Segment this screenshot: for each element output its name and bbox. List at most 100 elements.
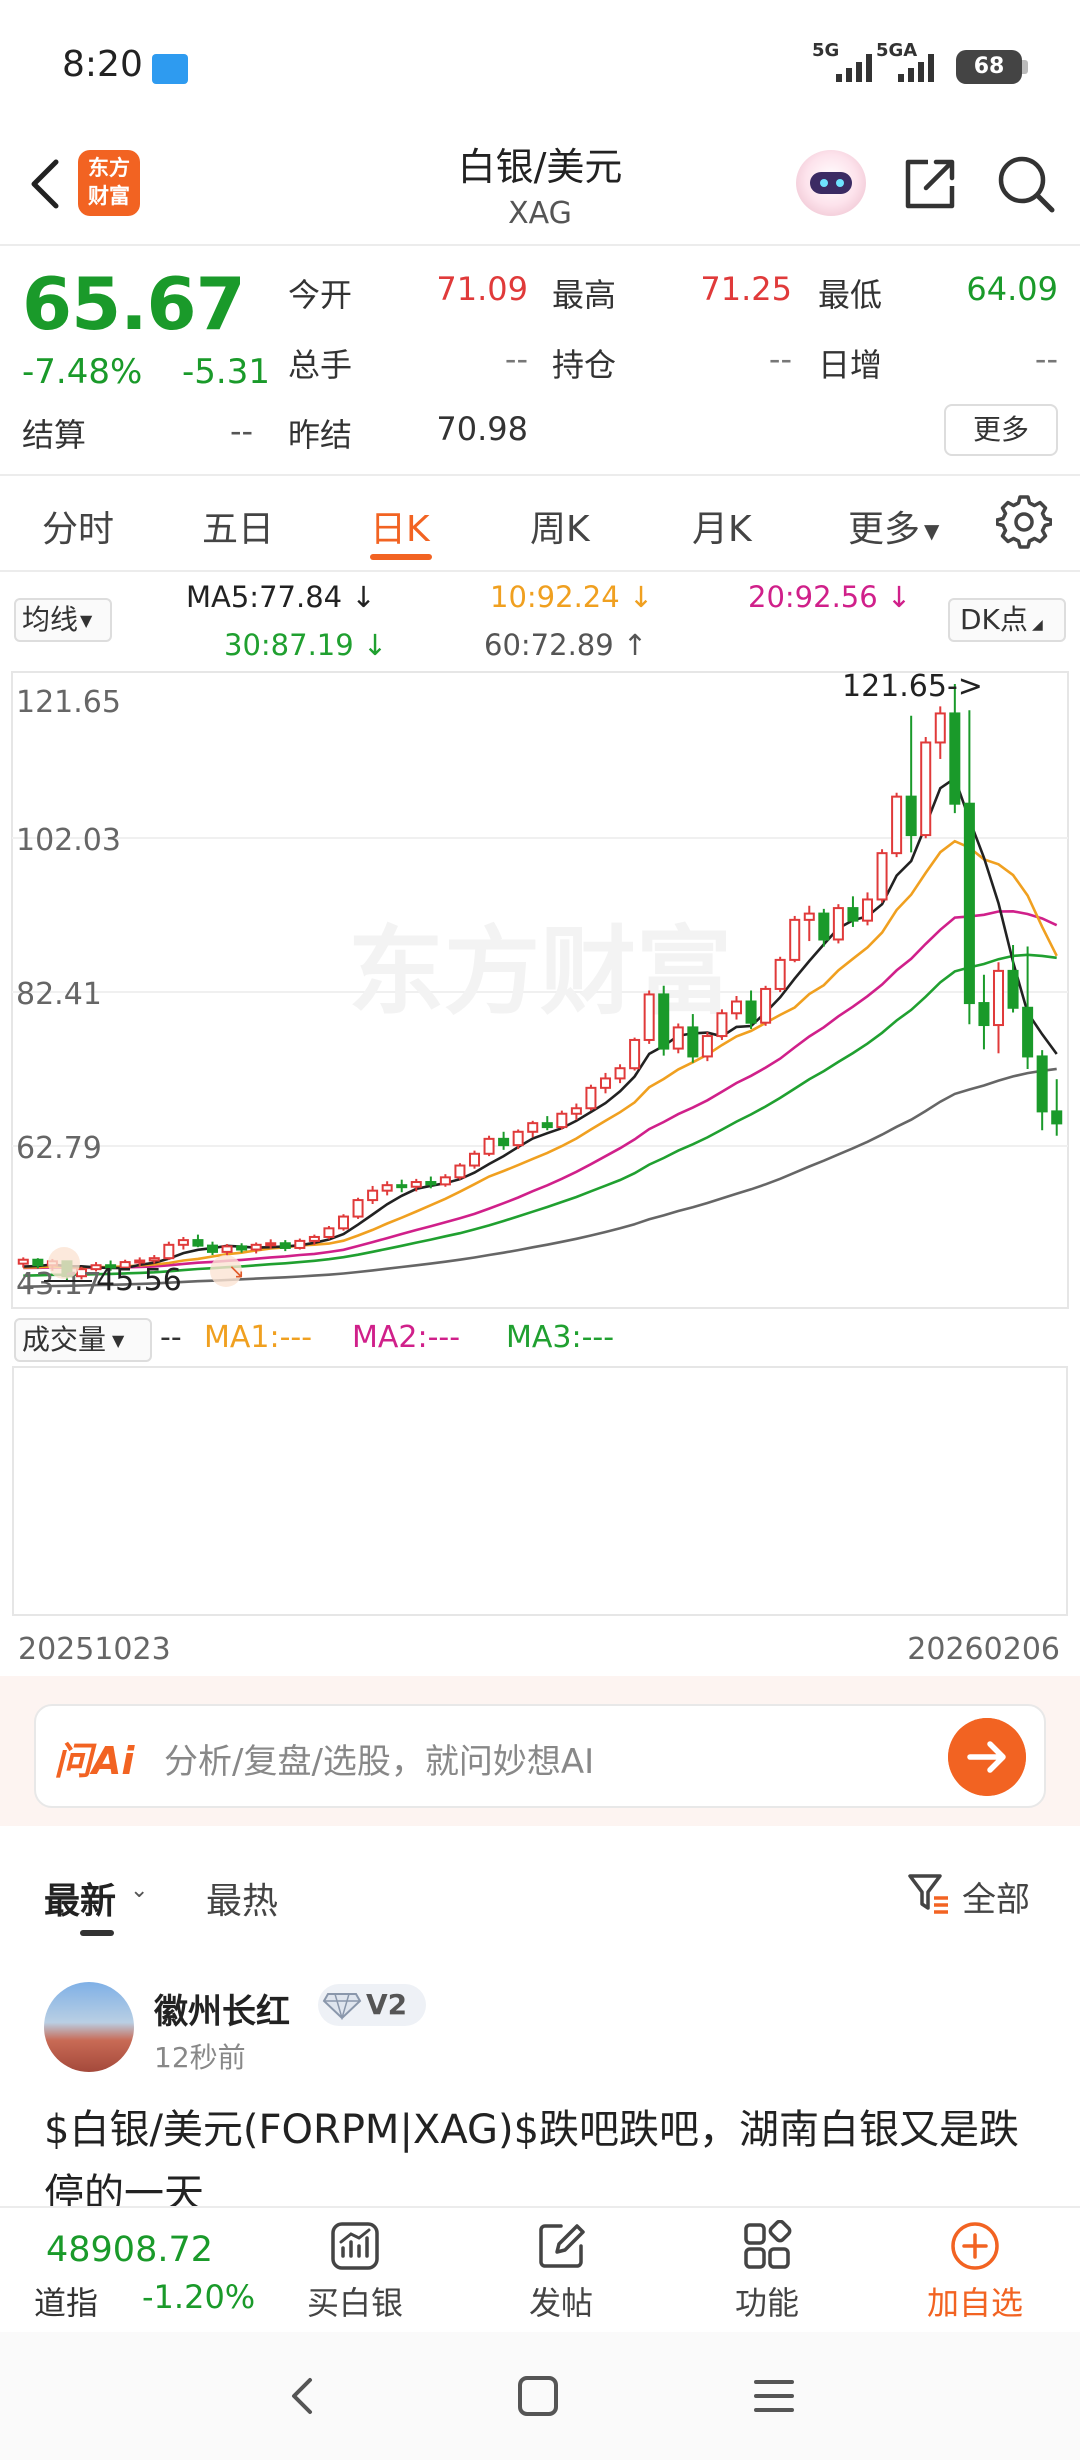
candle-up — [556, 1112, 568, 1129]
tab-weekly-k[interactable]: 周K — [530, 500, 590, 552]
candle-up — [599, 1077, 612, 1089]
caret-down-icon: ▼ — [80, 611, 93, 630]
candle-up — [177, 1239, 189, 1246]
app-logo: 东方财富 — [78, 150, 140, 216]
candle-down — [963, 802, 975, 1005]
divider — [0, 570, 1080, 572]
functions-button[interactable]: 功能 — [692, 2214, 842, 2326]
ma-select-label: 均线 — [22, 603, 79, 636]
candle-up — [672, 1026, 684, 1050]
y-tick-label: 62.79 — [16, 1131, 102, 1166]
candle-down — [1036, 1055, 1048, 1113]
candle-up — [352, 1199, 364, 1218]
nav-home-icon[interactable] — [516, 2374, 560, 2418]
arrow-up-icon: ↑ — [622, 628, 648, 662]
caret-down-icon: ▼ — [112, 1331, 125, 1350]
post-author[interactable]: 徽州长红 — [154, 1984, 290, 2033]
candle-up — [832, 907, 844, 941]
volume-ma3: MA3:--- — [506, 1320, 615, 1355]
last-price: 65.67 — [22, 262, 246, 346]
open-interest-value: -- — [768, 340, 792, 378]
open-label: 今开 — [288, 276, 353, 314]
chevron-down-icon[interactable]: ⌄ — [130, 1878, 148, 1903]
divider — [0, 244, 1080, 246]
feed-tab-hot[interactable]: 最热 — [206, 1872, 278, 1924]
candle-down — [745, 1000, 757, 1024]
diamond-icon — [322, 1993, 362, 2020]
nav-menu-icon[interactable] — [752, 2374, 796, 2418]
daily-increase-value: -- — [1034, 340, 1058, 378]
caret-down-icon: ▼ — [924, 519, 940, 543]
grid-icon — [744, 2220, 792, 2269]
x-axis-start-date: 20251023 — [18, 1632, 171, 1667]
candle-down — [279, 1242, 291, 1249]
divider — [0, 474, 1080, 476]
filter-label[interactable]: 全部 — [962, 1872, 1030, 1921]
search-icon[interactable] — [992, 150, 1058, 216]
page-title: 白银/美元 — [457, 145, 623, 189]
tab-five-day[interactable]: 五日 — [202, 500, 274, 552]
prev-settle-value: 70.98 — [436, 410, 528, 448]
candle-down — [905, 795, 917, 837]
index-change[interactable]: -1.20% — [142, 2278, 255, 2316]
status-bar: 8:20 5G 5GA 68 — [0, 0, 1080, 140]
volume-label: 总手 — [288, 346, 353, 384]
candle-down — [658, 993, 670, 1050]
settle-value: -- — [230, 412, 254, 450]
volume-ma1: MA1:--- — [204, 1320, 313, 1355]
add-watchlist-label: 加自选 — [926, 2284, 1023, 2322]
candle-down — [949, 712, 961, 805]
more-quote-button[interactable]: 更多 — [944, 404, 1058, 456]
low-label: 最低 — [818, 276, 883, 314]
min-price-label: 45.56 — [96, 1263, 182, 1298]
volume-panel — [12, 1366, 1068, 1616]
back-icon[interactable] — [16, 148, 76, 220]
trade-chart-icon — [331, 2222, 379, 2270]
add-watchlist-button[interactable]: 加自选 — [900, 2214, 1050, 2326]
ai-input-placeholder[interactable]: 分析/复盘/选股，就问妙想AI — [164, 1734, 594, 1783]
ma5-text: MA5:77.84 — [186, 580, 343, 614]
share-icon[interactable] — [898, 150, 962, 216]
tab-monthly-k[interactable]: 月K — [692, 500, 752, 552]
index-value[interactable]: 48908.72 — [46, 2230, 213, 2270]
candle-up — [643, 993, 655, 1041]
chart-watermark: 东方财富 — [348, 916, 732, 1028]
nav-back-icon[interactable] — [282, 2374, 326, 2418]
page-subtitle: XAG — [508, 196, 572, 231]
open-value: 71.09 — [436, 270, 528, 308]
candle-down — [541, 1122, 553, 1129]
candle-up — [265, 1242, 277, 1247]
volume-indicator-select[interactable]: 成交量 ▼ — [14, 1318, 152, 1362]
candle-down — [687, 1026, 699, 1058]
arrow-down-icon: ↓ — [628, 580, 654, 614]
buy-silver-label: 买白银 — [306, 2284, 403, 2322]
gear-icon[interactable] — [996, 494, 1052, 550]
feed-tab-latest[interactable]: 最新 — [44, 1872, 116, 1924]
ma-indicator-select[interactable]: 均线 ▼ — [14, 598, 112, 642]
ma60-value: 60:72.89 ↑ — [484, 628, 647, 662]
volume-ma-separator: -- — [160, 1320, 182, 1355]
tab-more[interactable]: 更多 ▼ — [848, 500, 939, 552]
dk-select-label: DK点 — [960, 603, 1028, 636]
arrow-right-icon[interactable] — [948, 1718, 1026, 1796]
index-label[interactable]: 道指 — [34, 2278, 98, 2324]
kline-chart[interactable]: 东方财富 121.65102.0382.4162.7943.17 121.65-… — [0, 660, 1080, 1310]
prev-settle-label: 昨结 — [288, 416, 353, 454]
tab-intraday[interactable]: 分时 — [42, 500, 114, 552]
post-button[interactable]: 发帖 — [486, 2214, 636, 2326]
candle-up — [992, 969, 1005, 1027]
tab-daily-k[interactable]: 日K — [370, 500, 430, 552]
candle-down — [847, 907, 859, 922]
candle-up — [716, 1012, 728, 1038]
change-value: -5.31 — [182, 352, 270, 392]
avatar[interactable] — [44, 1982, 134, 2072]
ma30-value: 30:87.19 ↓ — [224, 628, 387, 662]
candle-up — [629, 1038, 641, 1070]
filter-icon[interactable] — [906, 1870, 952, 1916]
candle-up — [701, 1035, 713, 1058]
dk-point-select[interactable]: DK点 ◢ — [948, 598, 1066, 642]
open-interest-label: 持仓 — [552, 346, 617, 384]
buy-silver-button[interactable]: 买白银 — [280, 2214, 430, 2326]
signal-bars-icon — [898, 54, 934, 82]
ai-assistant-icon[interactable] — [796, 150, 866, 216]
